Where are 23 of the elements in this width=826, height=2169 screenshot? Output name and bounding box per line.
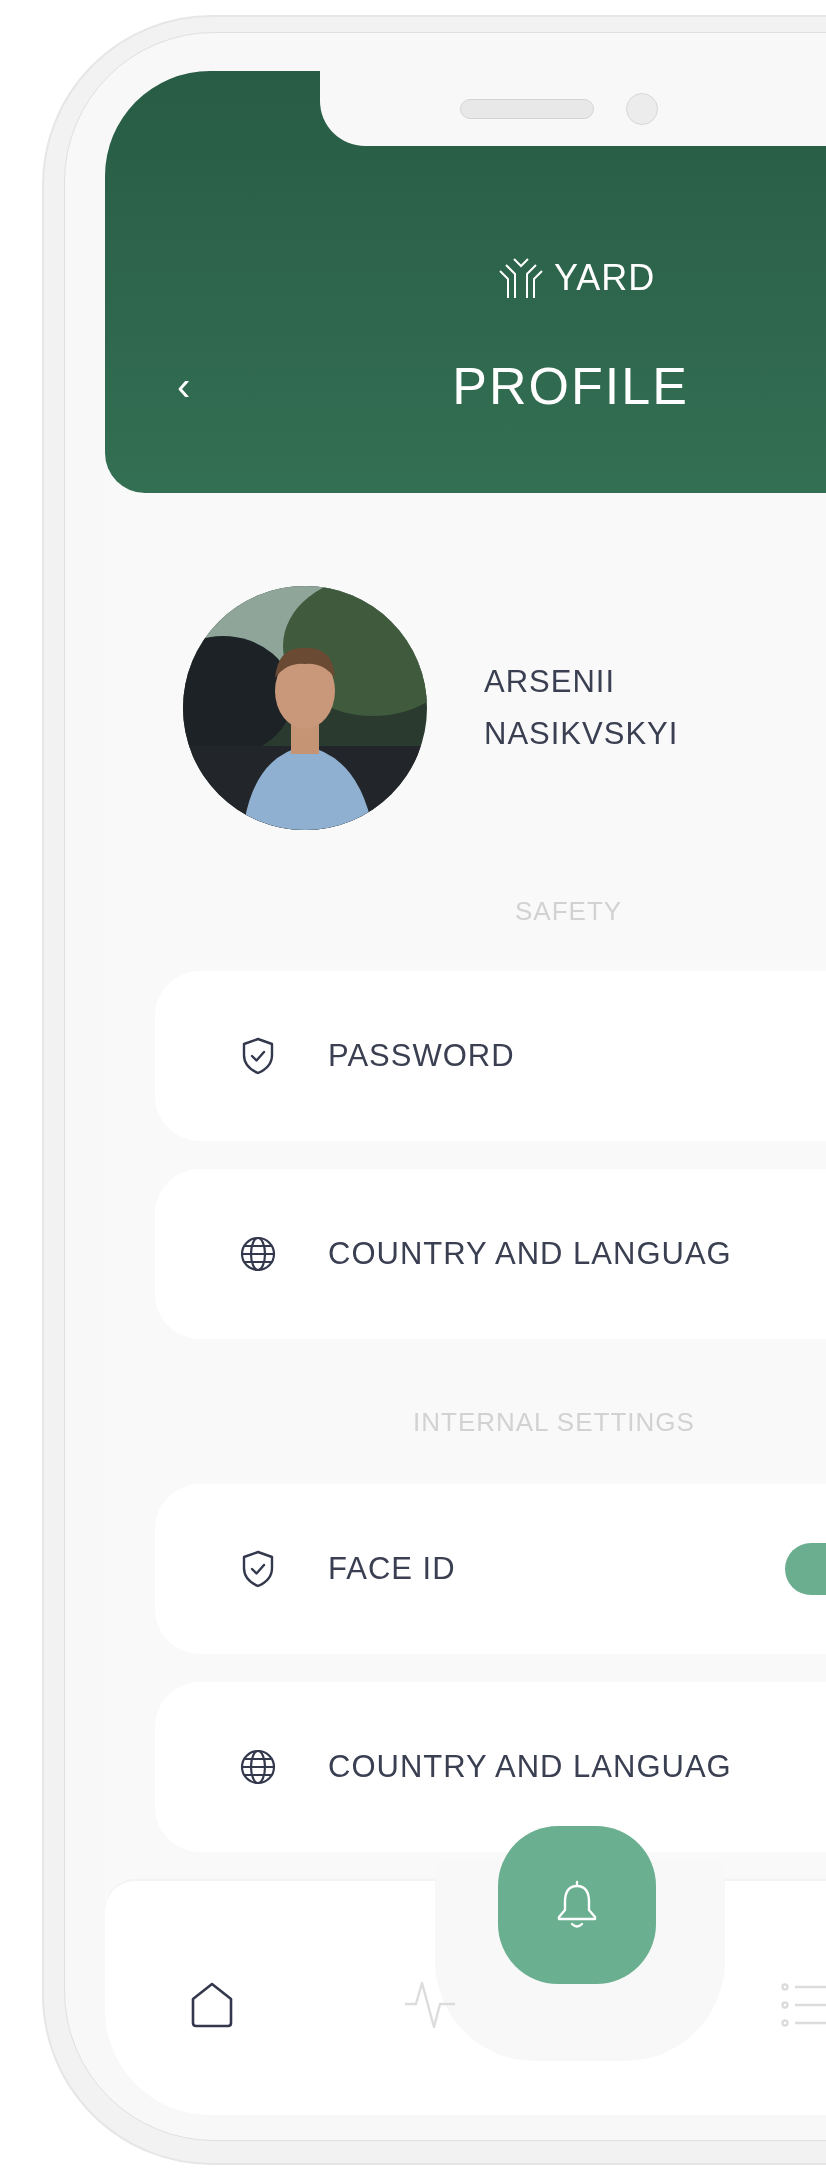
settings-row[interactable]: FACE ID: [155, 1484, 826, 1654]
row-label: FACE ID: [328, 1549, 457, 1588]
settings-row[interactable]: COUNTRY AND LANGUAG: [155, 1169, 826, 1339]
bell-icon: [556, 1880, 598, 1930]
back-button[interactable]: ‹: [177, 366, 191, 406]
pulse-icon[interactable]: [404, 1981, 456, 2029]
row-label: COUNTRY AND LANGUAG: [328, 1234, 732, 1273]
speaker-icon: [460, 98, 594, 119]
user-name: ARSENII NASIKVSKYI: [484, 663, 679, 753]
row-label: PASSWORD: [328, 1036, 515, 1075]
globe-icon: [240, 1236, 276, 1272]
row-label: COUNTRY AND LANGUAG: [328, 1747, 732, 1786]
home-icon[interactable]: [190, 1981, 234, 2029]
settings-row[interactable]: COUNTRY AND LANGUAG: [155, 1682, 826, 1852]
page-title: PROFILE: [452, 356, 689, 417]
globe-icon: [240, 1749, 276, 1785]
settings-row[interactable]: PASSWORD: [155, 971, 826, 1141]
list-icon[interactable]: [781, 1983, 826, 2027]
shield-check-icon: [241, 1550, 275, 1588]
logo-text: YARD: [554, 256, 656, 300]
camera-icon: [626, 92, 658, 125]
logo-icon: [498, 257, 544, 299]
shield-check-icon: [241, 1037, 275, 1075]
